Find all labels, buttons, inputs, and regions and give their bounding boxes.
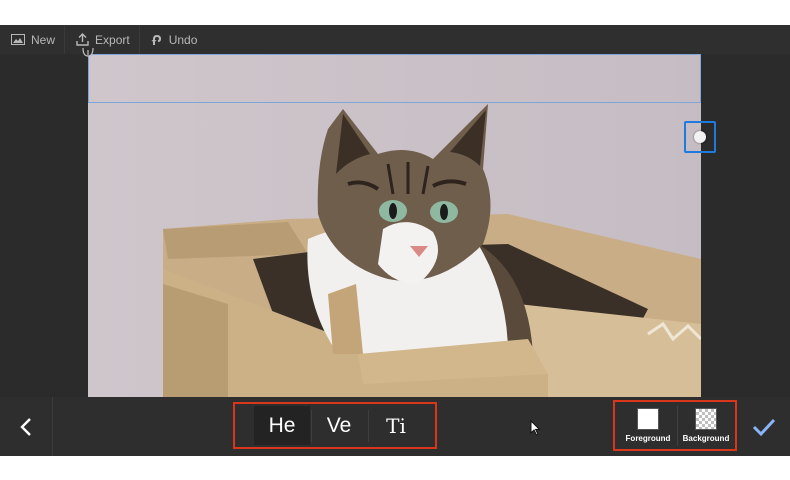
editor-app: New Export Undo He Ve Ti Foreground Back… xyxy=(0,25,790,456)
new-button[interactable]: New xyxy=(0,25,66,54)
export-button[interactable]: Export xyxy=(65,25,140,54)
image-icon xyxy=(11,34,25,45)
checkmark-icon xyxy=(752,418,776,436)
background-swatch xyxy=(695,408,717,430)
foreground-label: Foreground xyxy=(625,434,671,443)
confirm-button[interactable] xyxy=(738,397,790,456)
mode-tilted-button[interactable]: Ti xyxy=(368,406,424,445)
top-toolbar: New Export Undo xyxy=(0,25,790,55)
mode-vertical-button[interactable]: Ve xyxy=(311,406,367,445)
mode-tilted-label: Ti xyxy=(386,413,406,438)
upload-icon xyxy=(76,33,89,46)
foreground-swatch xyxy=(637,408,659,430)
undo-icon xyxy=(151,34,161,45)
resize-handle-dot xyxy=(694,131,706,143)
orientation-mode-group: He Ve Ti xyxy=(233,402,437,449)
mode-horizontal-button[interactable]: He xyxy=(254,406,310,445)
mode-vertical-label: Ve xyxy=(326,413,352,437)
back-button[interactable] xyxy=(0,397,53,456)
canvas-area[interactable] xyxy=(0,48,790,397)
color-picker-group: Foreground Background xyxy=(613,400,737,451)
new-label: New xyxy=(31,32,56,47)
chevron-left-icon xyxy=(20,417,31,436)
cat-photo xyxy=(88,54,701,397)
foreground-color-button[interactable]: Foreground xyxy=(619,404,677,448)
resize-handle[interactable] xyxy=(684,121,716,153)
export-label: Export xyxy=(95,32,130,47)
bottom-toolbar: He Ve Ti Foreground Background xyxy=(0,397,790,456)
background-label: Background xyxy=(682,434,730,443)
mode-horizontal-label: He xyxy=(268,413,296,437)
background-color-button[interactable]: Background xyxy=(677,404,735,448)
rotate-handle-icon[interactable] xyxy=(80,48,96,60)
undo-label: Undo xyxy=(168,32,198,47)
mouse-cursor-icon xyxy=(530,420,540,436)
undo-button[interactable]: Undo xyxy=(140,25,207,54)
